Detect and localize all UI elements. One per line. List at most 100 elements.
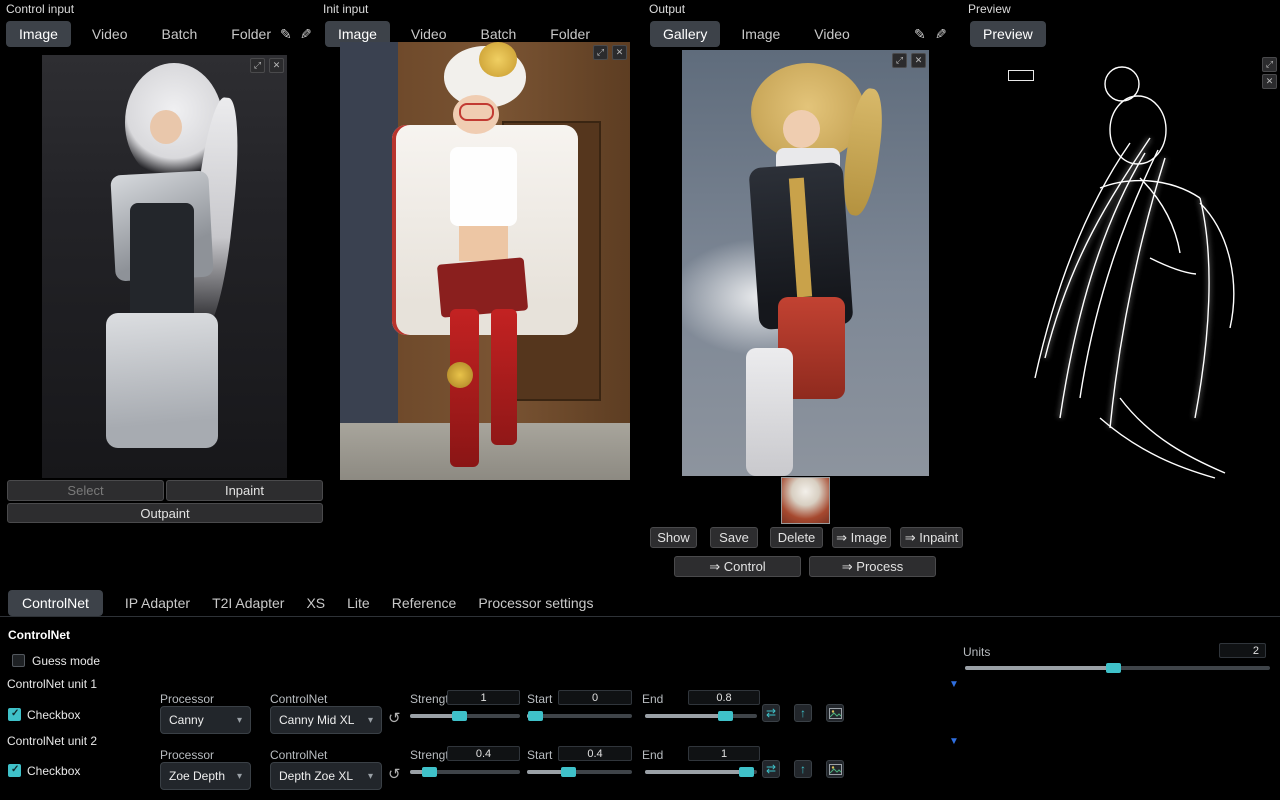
init-input-title: Init input bbox=[323, 2, 368, 16]
control-panel-tabbar: ControlNet IP Adapter T2I Adapter XS Lit… bbox=[0, 589, 1280, 617]
picture-glyph bbox=[829, 764, 842, 775]
tab-lite[interactable]: Lite bbox=[347, 590, 370, 616]
unit1-strength-input[interactable]: 1 bbox=[447, 690, 520, 705]
unit1-end-input[interactable]: 0.8 bbox=[688, 690, 760, 705]
draw-pencil-icon[interactable]: ✎ bbox=[935, 26, 947, 43]
edit-pencil-icon[interactable]: ✎ bbox=[280, 26, 292, 43]
tab-output-video[interactable]: Video bbox=[801, 21, 863, 47]
unit2-enabled-checkbox[interactable] bbox=[8, 764, 21, 777]
expand-icon[interactable]: ⤢ bbox=[593, 45, 608, 60]
tab-controlnet[interactable]: ControlNet bbox=[8, 590, 103, 616]
unit2-end-input[interactable]: 1 bbox=[688, 746, 760, 761]
unit1-controlnet-select[interactable]: Canny Mid XL ▾ bbox=[270, 706, 382, 734]
init-input-image[interactable]: ⤢ ✕ bbox=[340, 42, 630, 480]
unit2-processor-value: Zoe Depth bbox=[169, 769, 225, 783]
unit1-start-slider[interactable] bbox=[527, 710, 632, 722]
control-input-image[interactable]: ⤢ ✕ bbox=[42, 55, 287, 478]
tab-xs[interactable]: XS bbox=[306, 590, 325, 616]
art-white-leg bbox=[746, 348, 793, 476]
select-button[interactable]: Select bbox=[7, 480, 164, 501]
send-to-image-button[interactable]: ⇒ Image bbox=[832, 527, 891, 548]
art-face bbox=[150, 110, 182, 144]
unit1-controlnet-label: ControlNet bbox=[270, 692, 327, 706]
unit2-processor-select[interactable]: Zoe Depth ▾ bbox=[160, 762, 251, 790]
unit2-start-input[interactable]: 0.4 bbox=[558, 746, 632, 761]
preview-title: Preview bbox=[968, 2, 1011, 16]
show-button[interactable]: Show bbox=[650, 527, 697, 548]
edit-pencil-icon[interactable]: ✎ bbox=[914, 26, 926, 43]
chevron-down-icon: ▾ bbox=[368, 715, 373, 726]
expand-icon[interactable]: ⤢ bbox=[892, 53, 907, 68]
unit1-processor-select[interactable]: Canny ▾ bbox=[160, 706, 251, 734]
chevron-down-icon: ▾ bbox=[368, 771, 373, 782]
unit2-controlnet-select[interactable]: Depth Zoe XL ▾ bbox=[270, 762, 382, 790]
tab-control-batch[interactable]: Batch bbox=[148, 21, 210, 47]
unit1-end-slider[interactable] bbox=[645, 710, 757, 722]
reset-unit-icon[interactable]: ⇄ bbox=[762, 760, 780, 778]
art-suit-torso bbox=[130, 203, 194, 326]
controlnet-section-title: ControlNet bbox=[8, 628, 70, 642]
unit2-strength-slider[interactable] bbox=[410, 766, 520, 778]
unit1-processor-value: Canny bbox=[169, 713, 204, 727]
unit2-start-slider[interactable] bbox=[527, 766, 632, 778]
expand-icon[interactable]: ⤢ bbox=[1262, 57, 1277, 72]
outpaint-button[interactable]: Outpaint bbox=[7, 503, 323, 523]
unit2-checkbox-label: Checkbox bbox=[27, 764, 80, 778]
unit2-strength-input[interactable]: 0.4 bbox=[447, 746, 520, 761]
unit2-start-label: Start bbox=[527, 748, 552, 762]
units-value-input[interactable]: 2 bbox=[1219, 643, 1266, 658]
tab-ip-adapter[interactable]: IP Adapter bbox=[125, 590, 190, 616]
close-icon[interactable]: ✕ bbox=[1262, 74, 1277, 89]
units-slider[interactable] bbox=[965, 662, 1270, 674]
art-red-skirt bbox=[436, 257, 527, 317]
tab-t2i-adapter[interactable]: T2I Adapter bbox=[212, 590, 284, 616]
close-icon[interactable]: ✕ bbox=[612, 45, 627, 60]
tab-reference[interactable]: Reference bbox=[392, 590, 457, 616]
tab-output-image[interactable]: Image bbox=[728, 21, 793, 47]
units-label: Units bbox=[963, 645, 990, 659]
close-icon[interactable]: ✕ bbox=[911, 53, 926, 68]
delete-button[interactable]: Delete bbox=[770, 527, 823, 548]
guess-mode-checkbox[interactable] bbox=[12, 654, 25, 667]
draw-pencil-icon[interactable]: ✎ bbox=[300, 26, 312, 43]
tab-control-folder[interactable]: Folder bbox=[218, 21, 284, 47]
lineart-figure bbox=[1000, 58, 1252, 480]
tab-output-gallery[interactable]: Gallery bbox=[650, 21, 720, 47]
tab-preview[interactable]: Preview bbox=[970, 21, 1046, 47]
control-input-title: Control input bbox=[6, 2, 74, 16]
art-midriff bbox=[459, 226, 508, 261]
unit1-start-input[interactable]: 0 bbox=[558, 690, 632, 705]
unit1-strength-slider[interactable] bbox=[410, 710, 520, 722]
unit2-end-slider[interactable] bbox=[645, 766, 757, 778]
unit1-enabled-checkbox[interactable] bbox=[8, 708, 21, 721]
send-to-inpaint-button[interactable]: ⇒ Inpaint bbox=[900, 527, 963, 548]
reset-unit-icon[interactable]: ⇄ bbox=[762, 704, 780, 722]
unit2-end-label: End bbox=[642, 748, 663, 762]
close-icon[interactable]: ✕ bbox=[269, 58, 284, 73]
collapse-unit1-icon[interactable]: ▼ bbox=[949, 679, 959, 690]
tab-control-video[interactable]: Video bbox=[79, 21, 141, 47]
tab-processor-settings[interactable]: Processor settings bbox=[478, 590, 593, 616]
output-image[interactable]: ⤢ ✕ bbox=[682, 50, 929, 476]
refresh-models-icon[interactable]: ↺ bbox=[388, 765, 401, 783]
inpaint-button[interactable]: Inpaint bbox=[166, 480, 323, 501]
tab-control-image[interactable]: Image bbox=[6, 21, 71, 47]
preview-tabbar: Preview bbox=[970, 21, 1046, 47]
save-button[interactable]: Save bbox=[710, 527, 758, 548]
preview-image-icon[interactable] bbox=[826, 760, 844, 778]
art-face bbox=[783, 110, 820, 148]
gallery-thumbnail[interactable] bbox=[781, 477, 830, 524]
art-white-top bbox=[450, 147, 517, 226]
refresh-models-icon[interactable]: ↺ bbox=[388, 709, 401, 727]
picture-glyph bbox=[829, 708, 842, 719]
preview-image[interactable] bbox=[1000, 58, 1252, 480]
upload-preview-icon[interactable]: ↑ bbox=[794, 704, 812, 722]
art-left-stocking bbox=[450, 309, 479, 467]
selection-marquee bbox=[1008, 70, 1034, 81]
preview-image-icon[interactable] bbox=[826, 704, 844, 722]
expand-icon[interactable]: ⤢ bbox=[250, 58, 265, 73]
send-to-control-button[interactable]: ⇒ Control bbox=[674, 556, 801, 577]
art-thumb-figure bbox=[782, 478, 829, 523]
send-to-process-button[interactable]: ⇒ Process bbox=[809, 556, 936, 577]
upload-preview-icon[interactable]: ↑ bbox=[794, 760, 812, 778]
